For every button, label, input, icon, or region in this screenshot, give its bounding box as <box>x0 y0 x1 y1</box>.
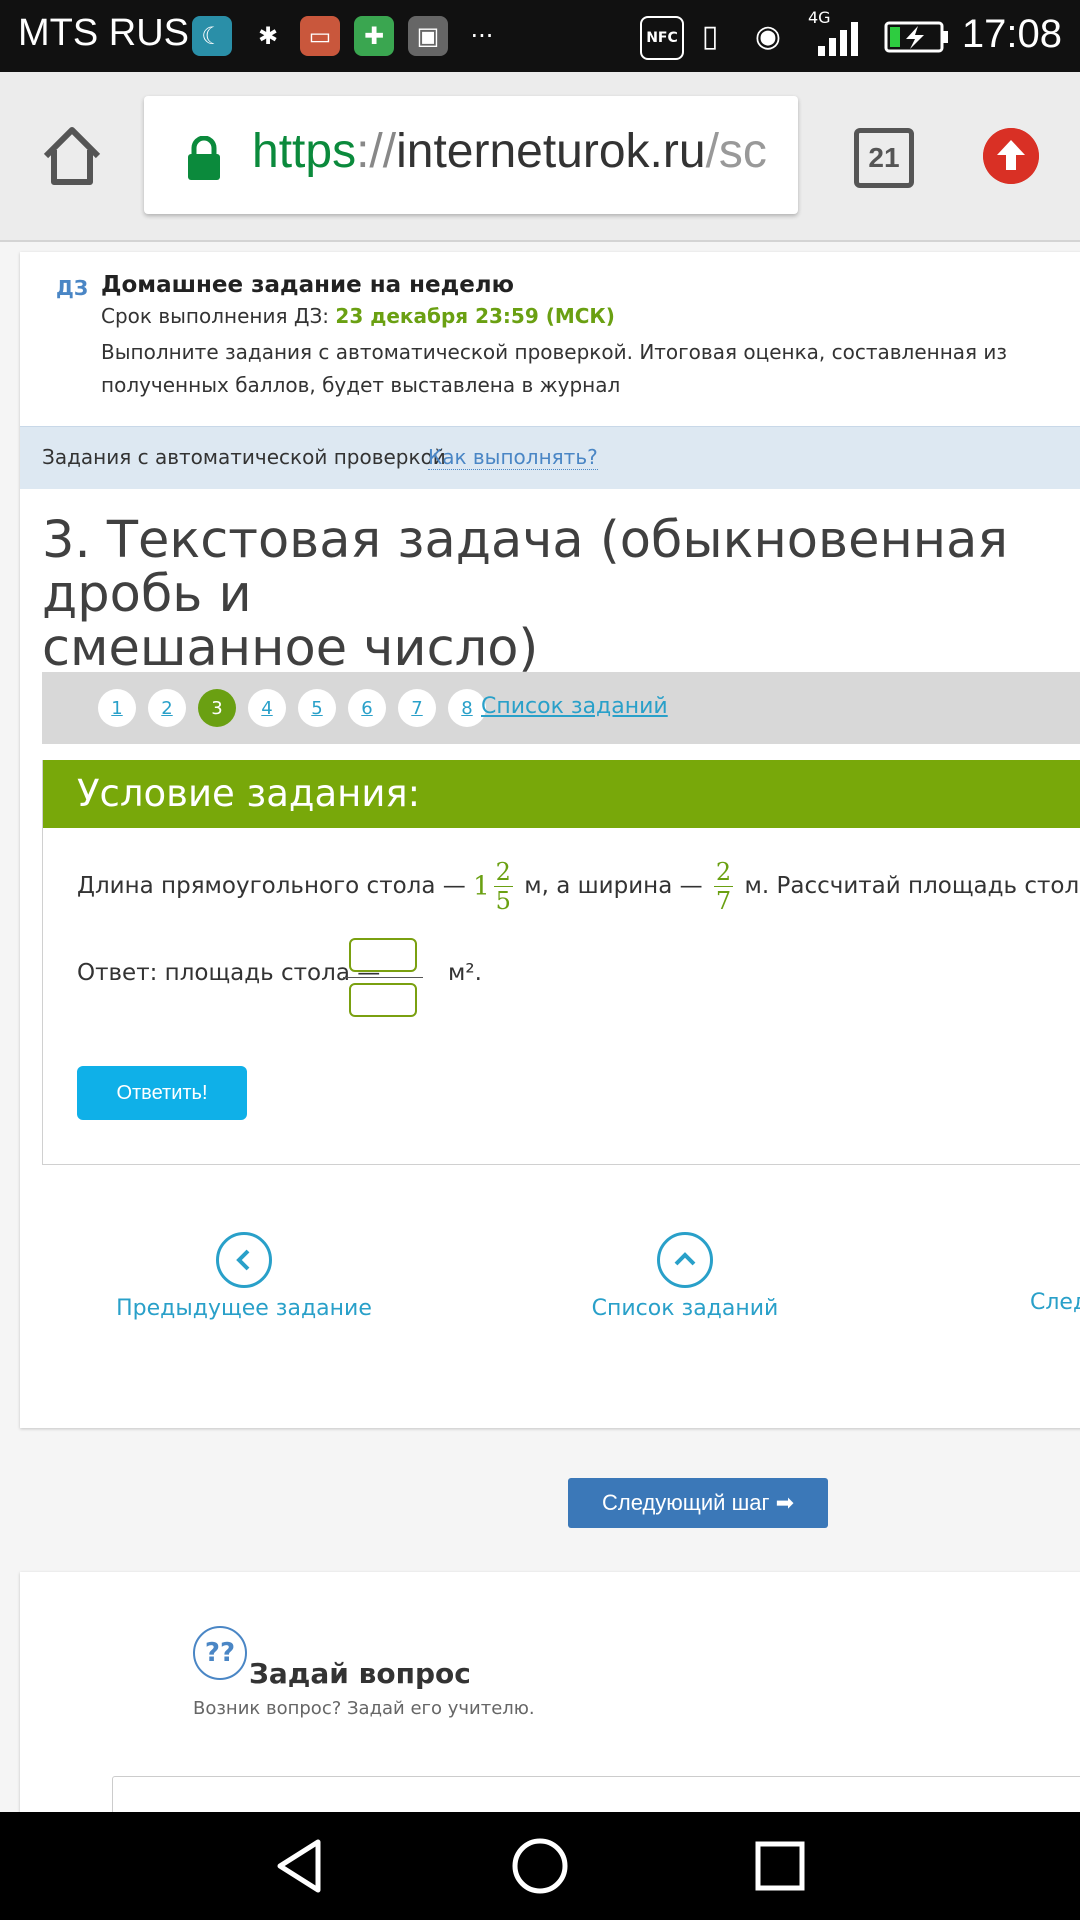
page-link-2[interactable]: 2 <box>148 689 186 727</box>
status-bar: MTS RUS ☾ ✱ ▭ ✚ ▣ ··· NFC ▯ ◉ 4G 17:08 <box>0 0 1080 72</box>
ask-subtitle: Возник вопрос? Задай его учителю. <box>193 1698 535 1719</box>
browser-toolbar: https://interneturok.ru/sc 21 <box>0 72 1080 242</box>
page-link-4[interactable]: 4 <box>248 689 286 727</box>
nfc-icon: NFC <box>640 16 684 60</box>
chevron-left-icon <box>216 1232 272 1288</box>
width-fraction: 27 <box>713 858 734 915</box>
task-list-link[interactable]: Список заданий <box>481 694 668 719</box>
eye-icon: ◉ <box>754 18 782 54</box>
homework-description: Выполните задания с автоматической прове… <box>101 340 1008 397</box>
task-condition: Условие задания: Длина прямоугольного ст… <box>42 760 1080 1165</box>
length-whole: 1 <box>473 871 490 902</box>
vibrate-icon: ▯ <box>701 18 719 54</box>
answer-unit: м². <box>448 960 482 986</box>
spider-icon: ✱ <box>257 22 279 50</box>
upload-icon[interactable] <box>983 128 1039 184</box>
recents-icon[interactable] <box>750 1836 810 1896</box>
gallery-icon: ▣ <box>408 16 448 56</box>
answer-label: Ответ: площадь стола — <box>77 960 381 986</box>
auto-check-bar: Задания с автоматической проверкой Как в… <box>20 426 1080 489</box>
page-link-6[interactable]: 6 <box>348 689 386 727</box>
prev-task-nav[interactable]: Предыдущее задание <box>104 1232 384 1321</box>
prev-task-label: Предыдущее задание <box>116 1296 372 1321</box>
signal-icon <box>818 22 858 56</box>
condition-text: Длина прямоугольного стола — 125 м, а ши… <box>77 858 1080 915</box>
answer-fraction-input <box>343 938 423 1017</box>
clock: 17:08 <box>961 12 1062 56</box>
page-link-3-active[interactable]: 3 <box>198 689 236 727</box>
task-list-label: Список заданий <box>591 1296 779 1321</box>
page-link-1[interactable]: 1 <box>98 689 136 727</box>
homework-deadline: Срок выполнения ДЗ: 23 декабря 23:59 (МС… <box>101 304 615 328</box>
carrier-name: MTS RUS <box>18 12 189 54</box>
lock-icon <box>188 136 220 180</box>
task-list-nav[interactable]: Список заданий <box>560 1232 810 1321</box>
more-dots-icon: ··· <box>470 22 494 50</box>
inbox-app-icon: ▭ <box>300 16 340 56</box>
back-icon[interactable] <box>270 1836 330 1896</box>
battery-charging-icon <box>884 21 948 53</box>
next-step-button[interactable]: Следующий шаг ➡ <box>568 1478 828 1528</box>
home-icon[interactable] <box>40 124 104 188</box>
address-bar[interactable]: https://interneturok.ru/sc <box>144 96 798 214</box>
fraction-line <box>343 977 423 978</box>
homework-card: ДЗ Домашнее задание на неделю Срок выпол… <box>20 252 1080 1428</box>
page-link-7[interactable]: 7 <box>398 689 436 727</box>
denominator-input[interactable] <box>349 983 417 1017</box>
how-to-link[interactable]: Как выполнять? <box>428 445 598 470</box>
moon-app-icon: ☾ <box>192 16 232 56</box>
puzzle-app-icon: ✚ <box>354 16 394 56</box>
question-icon: ?? <box>193 1626 247 1680</box>
task-pager: 1 2 3 4 5 6 7 8 Список заданий <box>42 672 1080 744</box>
system-nav-bar <box>0 1812 1080 1920</box>
numerator-input[interactable] <box>349 938 417 972</box>
url-text[interactable]: https://interneturok.ru/sc <box>252 124 767 179</box>
length-fraction: 25 <box>493 858 513 915</box>
chevron-up-icon <box>657 1232 713 1288</box>
next-task-nav[interactable]: Следующее задание <box>1030 1232 1080 1315</box>
page-title: 3. Текстовая задача (обыкновенная дробь … <box>42 511 1009 678</box>
homework-title: Домашнее задание на неделю <box>101 272 515 298</box>
ask-title: Задай вопрос <box>249 1657 471 1690</box>
page-link-5[interactable]: 5 <box>298 689 336 727</box>
condition-header: Условие задания: <box>43 760 1080 828</box>
submit-answer-button[interactable]: Ответить! <box>77 1066 247 1120</box>
homework-tag: ДЗ <box>56 276 89 300</box>
auto-check-label: Задания с автоматической проверкой <box>42 445 446 469</box>
next-task-label: Следующее задание <box>1030 1290 1080 1315</box>
home-nav-icon[interactable] <box>510 1836 570 1896</box>
tab-switcher-button[interactable]: 21 <box>854 128 914 188</box>
